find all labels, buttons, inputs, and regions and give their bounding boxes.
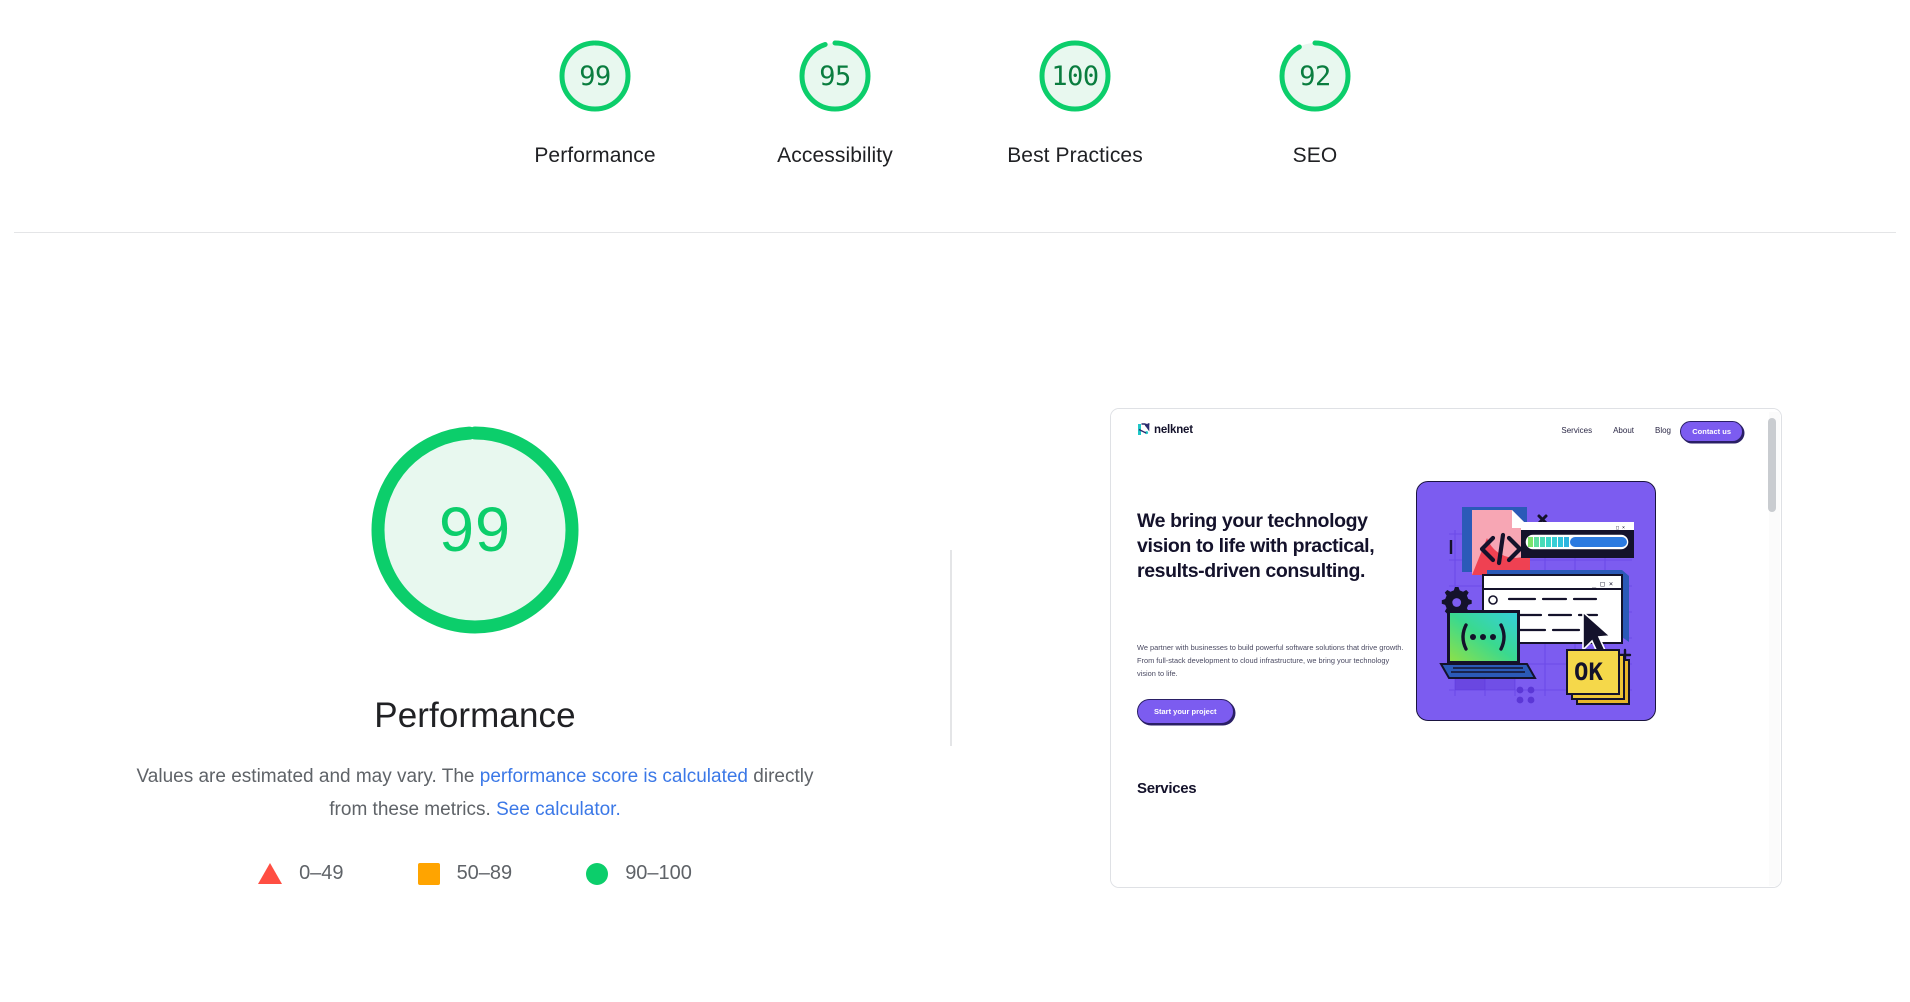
summary-item-performance[interactable]: 99 Performance [475, 0, 715, 168]
average-square-icon [417, 862, 440, 885]
page-screenshot-thumbnail[interactable]: nelknet Services About Blog Contact us W… [1110, 408, 1782, 888]
nav-link-services[interactable]: Services [1561, 426, 1592, 435]
gauge-score-value: 100 [1051, 60, 1099, 92]
summary-label: SEO [1292, 144, 1338, 167]
summary-item-accessibility[interactable]: 95 Accessibility [715, 0, 955, 168]
gauge-seo: 92 [1273, 34, 1357, 118]
start-your-project-button[interactable]: Start your project [1137, 699, 1234, 724]
summary-item-best-practices[interactable]: 100 Best Practices [955, 0, 1195, 168]
legend-item-average: 50–89 [417, 862, 513, 885]
summary-item-seo[interactable]: 92 SEO [1195, 0, 1435, 168]
hero-paragraph: We partner with businesses to build powe… [1137, 643, 1404, 678]
svg-text:_ □ ×: _ □ × [1592, 580, 1613, 588]
thumbnail-viewport: nelknet Services About Blog Contact us W… [1111, 409, 1781, 887]
pass-circle-icon [586, 862, 609, 885]
hero-illustration: _ □ × _ □ × OK [1416, 481, 1656, 721]
score-legend: 0–49 50–89 90–100 [258, 862, 692, 885]
page-title: Performance [374, 696, 576, 735]
illustration-svg: _ □ × _ □ × OK [1439, 507, 1634, 705]
thumbnail-site-header: nelknet Services About Blog Contact us [1111, 409, 1767, 455]
site-logo-text: nelknet [1154, 423, 1193, 436]
legend-label: 90–100 [625, 862, 692, 884]
contact-us-button[interactable]: Contact us [1680, 421, 1743, 442]
category-summary-strip: 99 Performance 95 Accessibility 100 Best… [0, 0, 1910, 233]
summary-label: Best Practices [1007, 144, 1143, 167]
site-nav-links: Services About Blog [1561, 426, 1671, 435]
gauge-score-value: 95 [819, 60, 851, 92]
lighthouse-report: 99 Performance 95 Accessibility 100 Best… [0, 0, 1910, 1002]
nav-link-blog[interactable]: Blog [1655, 426, 1671, 435]
site-logo: nelknet [1137, 423, 1193, 436]
thumbnail-scrollbar-track[interactable] [1768, 412, 1780, 886]
services-heading: Services [1137, 780, 1197, 797]
svg-text:OK: OK [1574, 658, 1603, 686]
gauge-best-practices: 100 [1033, 34, 1117, 118]
disclaimer-text-1: Values are estimated and may vary. The [136, 766, 480, 787]
legend-label: 50–89 [456, 862, 513, 884]
summary-label: Accessibility [777, 144, 893, 167]
gauge-accessibility: 95 [793, 34, 877, 118]
fail-triangle-icon [258, 863, 283, 884]
legend-item-fail: 0–49 [258, 862, 344, 885]
svg-text:_ □ ×: _ □ × [1610, 525, 1625, 531]
nav-link-about[interactable]: About [1613, 426, 1634, 435]
category-detail-panel: 99 Performance Values are estimated and … [0, 233, 1910, 1002]
detail-gauge-column: 99 Performance Values are estimated and … [0, 408, 950, 885]
gauge-performance: 99 [553, 34, 637, 118]
performance-score-link[interactable]: performance score is calculated [480, 766, 748, 787]
gauge-performance-large: 99 [353, 408, 597, 652]
legend-label: 0–49 [299, 862, 344, 884]
gauge-score-value: 99 [579, 60, 611, 92]
gauge-score-value-large: 99 [438, 495, 512, 565]
hero-heading: We bring your technology vision to life … [1137, 510, 1375, 582]
gauge-score-value: 92 [1299, 60, 1331, 92]
nelknet-logo-icon [1137, 423, 1150, 436]
thumbnail-scrollbar-thumb[interactable] [1768, 418, 1776, 512]
section-divider-vertical [950, 550, 952, 746]
legend-item-pass: 90–100 [586, 862, 692, 885]
summary-label: Performance [534, 144, 656, 167]
see-calculator-link[interactable]: See calculator. [491, 799, 621, 820]
score-disclaimer: Values are estimated and may vary. The p… [125, 760, 825, 826]
